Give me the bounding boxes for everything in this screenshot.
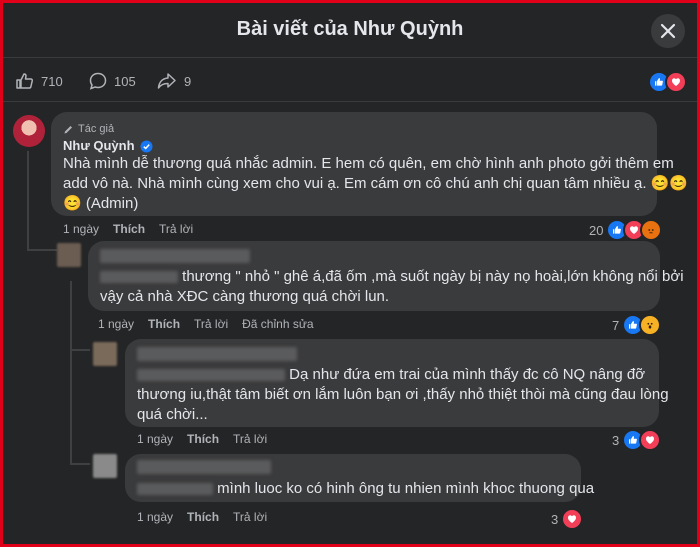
reply-action[interactable]: Trả lời bbox=[233, 432, 267, 446]
pencil-icon bbox=[64, 125, 72, 133]
close-icon bbox=[660, 23, 676, 39]
comment-bubble: Dạ như đứa em trai của mình thấy đc cô N… bbox=[125, 339, 669, 427]
redacted-author-name bbox=[100, 271, 178, 284]
angry-reaction-icon bbox=[640, 219, 663, 241]
thread-line bbox=[27, 249, 57, 251]
close-button[interactable] bbox=[651, 14, 685, 48]
comment-author[interactable]: Như Quỳnh bbox=[63, 136, 153, 156]
avatar[interactable] bbox=[93, 342, 117, 366]
thread-line bbox=[70, 463, 90, 465]
wow-reaction-icon bbox=[639, 314, 662, 336]
redacted-author-name bbox=[100, 249, 250, 263]
comment-bubble: thương " nhỏ " ghê á,đã ốm ,mà suốt ngày… bbox=[88, 241, 684, 311]
comment-text: Dạ như đứa em trai của mình thấy đc cô N… bbox=[137, 366, 669, 423]
avatar[interactable] bbox=[57, 243, 81, 267]
redacted-author-name bbox=[137, 369, 285, 382]
comment-text: Nhà mình dễ thương quá nhắc admin. E hem… bbox=[63, 155, 689, 212]
comment-actions: 1 ngày Thích Trả lời bbox=[137, 510, 267, 524]
comment-icon bbox=[89, 72, 107, 90]
comment-actions: 1 ngày Thích Trả lời bbox=[63, 222, 193, 236]
thread-line bbox=[70, 281, 72, 464]
comment-actions: 1 ngày Thích Trả lời Đã chỉnh sửa bbox=[98, 317, 314, 331]
love-reaction-icon bbox=[665, 71, 687, 93]
comment-time[interactable]: 1 ngày bbox=[63, 222, 99, 236]
comment-reaction-count[interactable]: 7 bbox=[612, 314, 662, 336]
redacted-author-name bbox=[137, 347, 297, 361]
reply-action[interactable]: Trả lời bbox=[233, 510, 267, 524]
love-reaction-icon bbox=[639, 429, 662, 451]
comment-text: mình luoc ko có hinh ông tu nhien mình k… bbox=[137, 479, 594, 499]
avatar[interactable] bbox=[93, 454, 117, 478]
post-reactions[interactable] bbox=[648, 71, 687, 93]
share-icon bbox=[157, 73, 176, 89]
avatar[interactable] bbox=[13, 115, 45, 147]
post-dialog: Bài viết của Như Quỳnh 710 105 9 Tác giả… bbox=[3, 3, 697, 544]
comment-actions: 1 ngày Thích Trả lời bbox=[137, 432, 267, 446]
comment-text: thương " nhỏ " ghê á,đã ốm ,mà suốt ngày… bbox=[100, 268, 684, 305]
comment-time[interactable]: 1 ngày bbox=[98, 317, 134, 331]
share-stat[interactable]: 9 bbox=[156, 71, 191, 91]
comment-reaction-count[interactable]: 20 bbox=[589, 219, 663, 241]
comment-bubble: Tác giả Như Quỳnh Nhà mình dễ thương quá… bbox=[51, 112, 689, 216]
comment-reaction-count[interactable]: 3 bbox=[551, 508, 584, 530]
like-stat[interactable]: 710 bbox=[15, 71, 63, 91]
comment-stat[interactable]: 105 bbox=[88, 71, 136, 91]
like-count: 710 bbox=[41, 73, 63, 89]
dialog-title: Bài viết của Như Quỳnh bbox=[236, 18, 464, 40]
thread-line bbox=[27, 151, 29, 251]
love-reaction-icon bbox=[561, 508, 584, 530]
comment-bubble: mình luoc ko có hinh ông tu nhien mình k… bbox=[125, 454, 594, 502]
redacted-author-name bbox=[137, 460, 271, 474]
comment-reaction-count[interactable]: 3 bbox=[612, 429, 662, 451]
comment-time[interactable]: 1 ngày bbox=[137, 510, 173, 524]
edited-label: Đã chỉnh sửa bbox=[242, 317, 314, 331]
like-action[interactable]: Thích bbox=[148, 317, 180, 331]
verified-badge-icon bbox=[140, 140, 153, 152]
like-action[interactable]: Thích bbox=[187, 510, 219, 524]
post-stats-bar: 710 105 9 bbox=[3, 61, 697, 102]
redacted-author-name bbox=[137, 483, 213, 496]
comment-count: 105 bbox=[114, 73, 136, 89]
reply-action[interactable]: Trả lời bbox=[194, 317, 228, 331]
reply-action[interactable]: Trả lời bbox=[159, 222, 193, 236]
like-action[interactable]: Thích bbox=[113, 222, 145, 236]
thumbs-up-icon bbox=[16, 73, 34, 89]
thread-line bbox=[70, 349, 90, 351]
share-count: 9 bbox=[184, 73, 192, 89]
like-action[interactable]: Thích bbox=[187, 432, 219, 446]
dialog-header: Bài viết của Như Quỳnh bbox=[3, 3, 697, 58]
comment-time[interactable]: 1 ngày bbox=[137, 432, 173, 446]
